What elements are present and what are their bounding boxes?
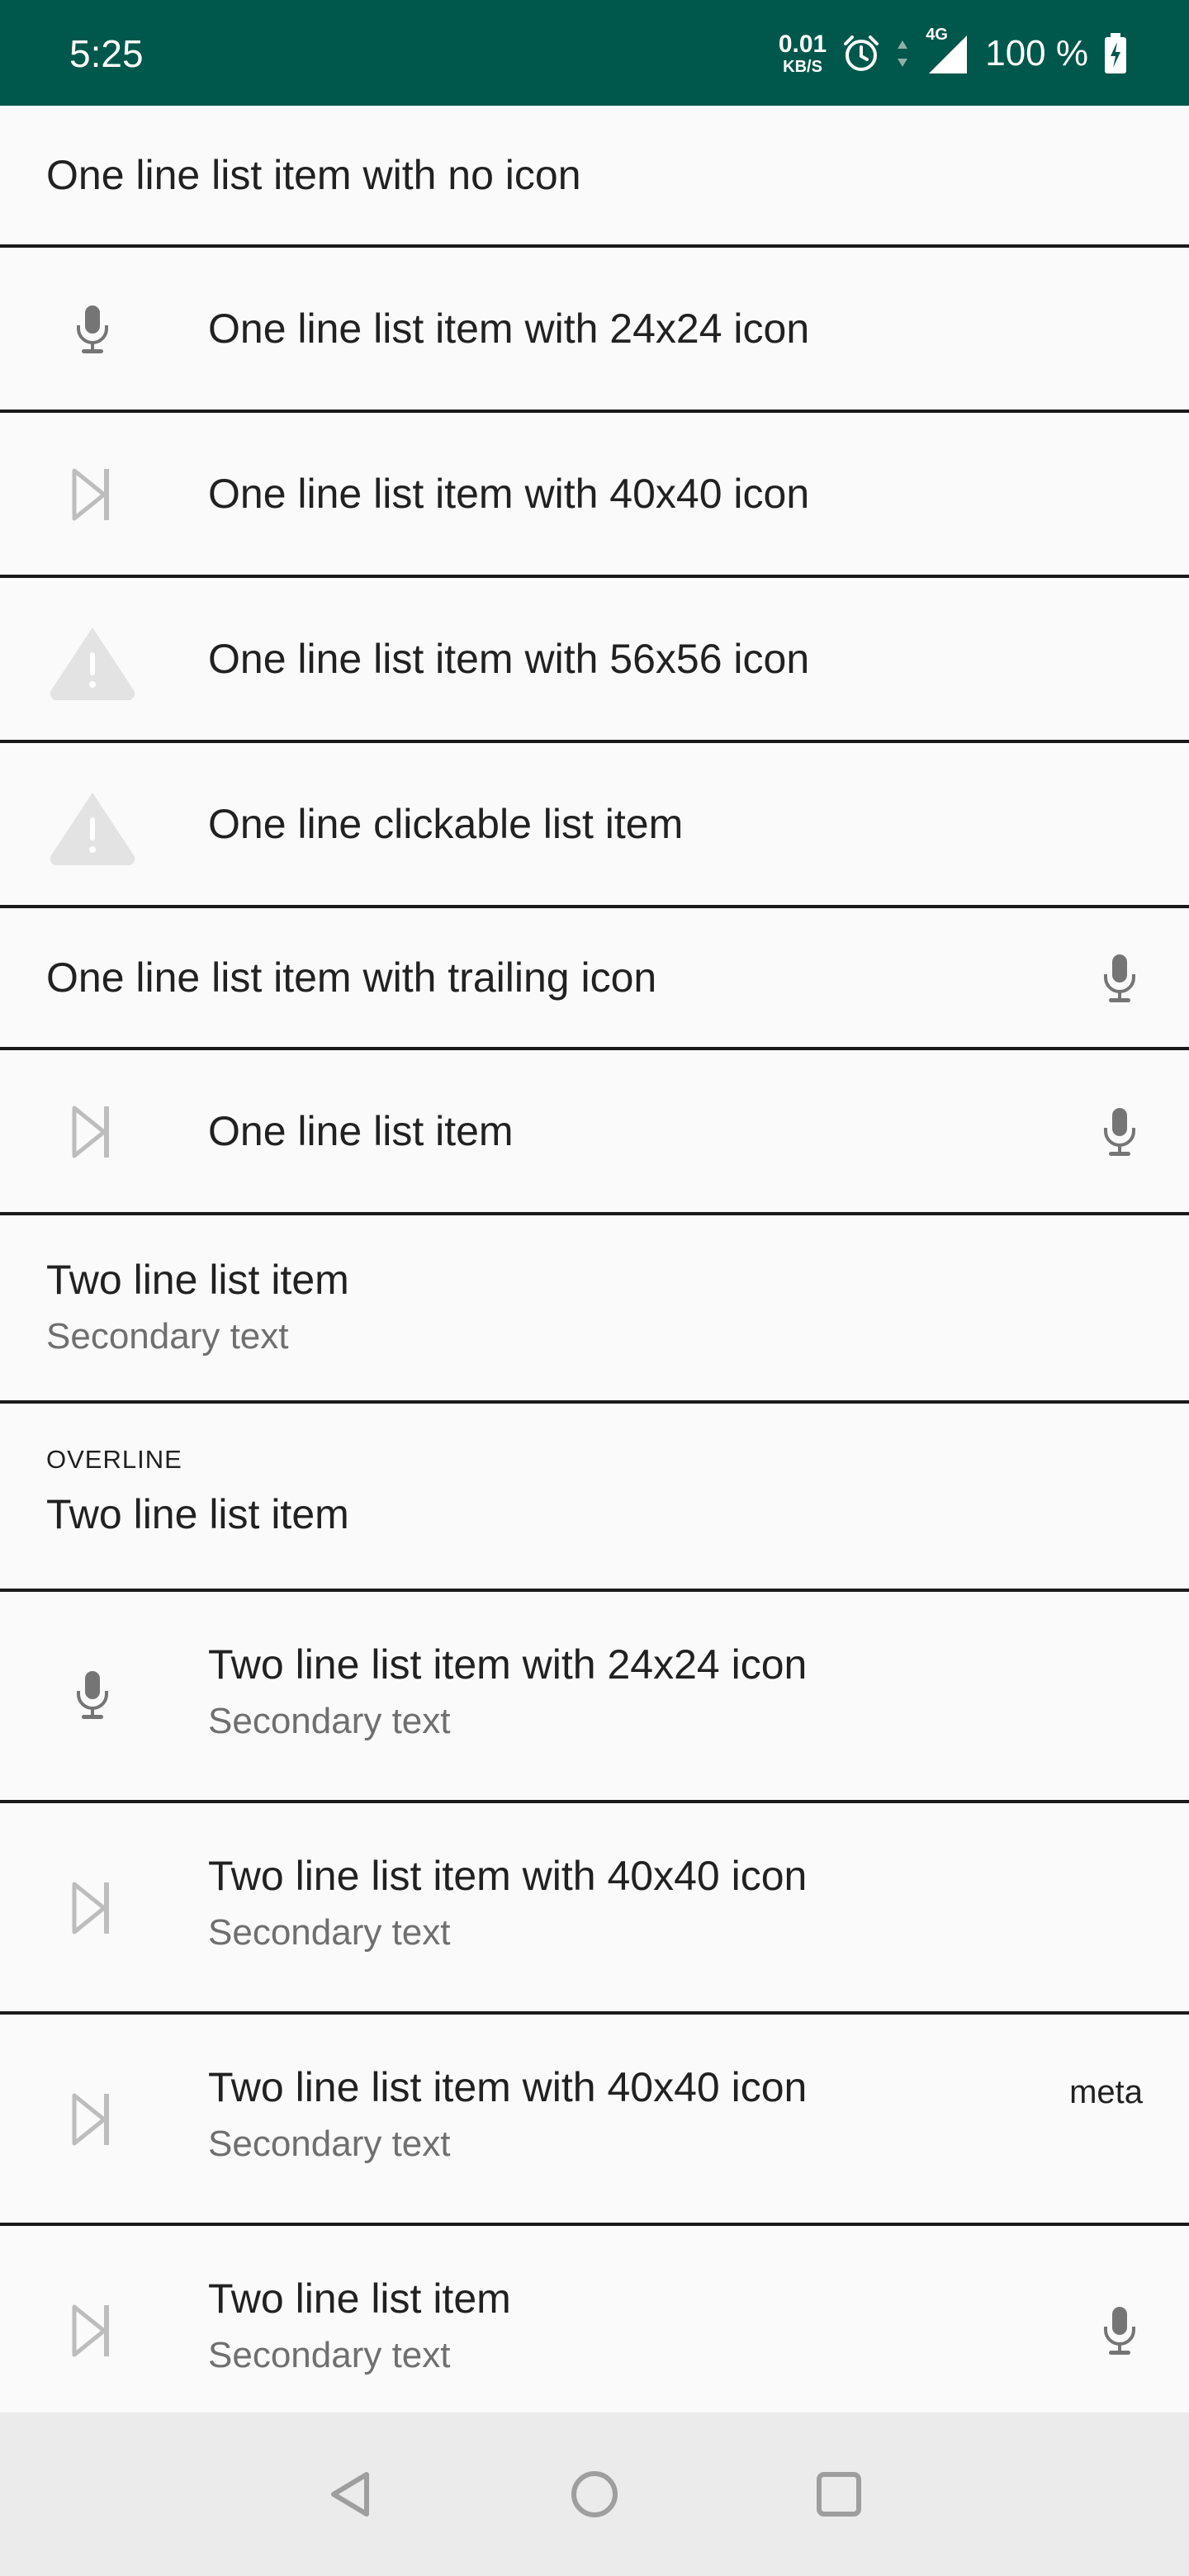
status-icons: 0.01 KB/S 4G 100 % xyxy=(779,25,1128,83)
mic-icon xyxy=(69,304,116,359)
status-time: 5:25 xyxy=(69,32,144,75)
list-item-secondary-text: Secondary text xyxy=(208,2335,451,2375)
list-item-primary-text: Two line list item xyxy=(46,1257,349,1303)
network-speed-unit: KB/S xyxy=(783,58,822,76)
list-item-two-line-meta[interactable]: Two line list item with 40x40 icon Secon… xyxy=(0,2015,1189,2226)
network-speed-value: 0.01 xyxy=(778,31,827,58)
list-item-primary-text: Two line list item with 24x24 icon xyxy=(208,1641,808,1688)
list-item-two-line-40-icon[interactable]: Two line list item with 40x40 icon Secon… xyxy=(0,1803,1189,2015)
network-type: 4G xyxy=(926,26,948,44)
skip-next-icon xyxy=(69,466,116,528)
list-item-two-line-trailing[interactable]: Two line list item Secondary text xyxy=(0,2226,1189,2424)
list-item-clickable[interactable]: One line clickable list item xyxy=(0,743,1189,908)
list-item-primary-text: One line list item with trailing icon xyxy=(46,954,657,1001)
list-item-trailing-icon[interactable]: One line list item with trailing icon xyxy=(0,908,1189,1050)
list-item-40-icon[interactable]: One line list item with 40x40 icon xyxy=(0,413,1189,578)
list: One line list item with no icon One line… xyxy=(0,106,1189,2424)
battery-charging-icon xyxy=(1103,33,1128,74)
list-item-leading-trailing[interactable]: One line list item xyxy=(0,1050,1189,1215)
back-icon[interactable] xyxy=(317,2461,383,2527)
list-item-secondary-text: Secondary text xyxy=(46,1316,289,1357)
home-icon[interactable] xyxy=(561,2461,628,2527)
list-item-overline[interactable]: OVERLINE Two line list item xyxy=(0,1404,1189,1592)
list-item-overline-text: OVERLINE xyxy=(46,1445,182,1474)
list-item-primary-text: One line list item with 24x24 icon xyxy=(208,305,810,352)
list-item-secondary-text: Secondary text xyxy=(208,1912,451,1953)
navigation-bar xyxy=(0,2413,1189,2576)
list-item-primary-text: One line clickable list item xyxy=(208,801,684,847)
list-item-meta-text: meta xyxy=(1069,2074,1143,2110)
mic-icon[interactable] xyxy=(1097,1106,1143,1162)
list-item-no-icon[interactable]: One line list item with no icon xyxy=(0,106,1189,248)
alarm-icon xyxy=(841,34,881,73)
warning-icon xyxy=(46,789,139,869)
list-item-two-line-24-icon[interactable]: Two line list item with 24x24 icon Secon… xyxy=(0,1592,1189,1803)
list-item-secondary-text: Secondary text xyxy=(208,1701,451,1741)
warning-icon xyxy=(46,624,139,704)
skip-next-icon xyxy=(69,2302,116,2364)
data-arrows-icon xyxy=(896,37,909,70)
status-bar: 5:25 0.01 KB/S 4G 100 % xyxy=(0,0,1189,106)
signal-icon: 4G xyxy=(924,26,970,77)
list-item-primary-text: Two line list item with 40x40 icon xyxy=(208,2064,808,2110)
list-item-primary-text: One line list item with 56x56 icon xyxy=(208,636,810,682)
mic-icon[interactable] xyxy=(1097,953,1143,1008)
list-item-primary-text: Two line list item xyxy=(208,2275,511,2322)
list-item-primary-text: One line list item xyxy=(208,1108,514,1154)
network-speed: 0.01 KB/S xyxy=(778,31,827,76)
skip-next-icon xyxy=(69,1103,116,1165)
list-item-secondary-text: Secondary text xyxy=(208,2124,451,2164)
list-item-primary-text: Two line list item xyxy=(46,1491,349,1537)
battery-level: 100 % xyxy=(985,33,1088,73)
list-item-primary-text: Two line list item with 40x40 icon xyxy=(208,1853,808,1899)
list-item-primary-text: One line list item with no icon xyxy=(46,152,581,198)
skip-next-icon xyxy=(69,2091,116,2152)
skip-next-icon xyxy=(69,1879,116,1941)
list-item-primary-text: One line list item with 40x40 icon xyxy=(208,471,810,517)
recents-icon[interactable] xyxy=(806,2461,872,2527)
mic-icon xyxy=(69,1669,116,1725)
list-item-24-icon[interactable]: One line list item with 24x24 icon xyxy=(0,248,1189,413)
list-item-two-line[interactable]: Two line list item Secondary text xyxy=(0,1215,1189,1404)
list-item-56-icon[interactable]: One line list item with 56x56 icon xyxy=(0,578,1189,743)
mic-icon[interactable] xyxy=(1097,2305,1143,2361)
